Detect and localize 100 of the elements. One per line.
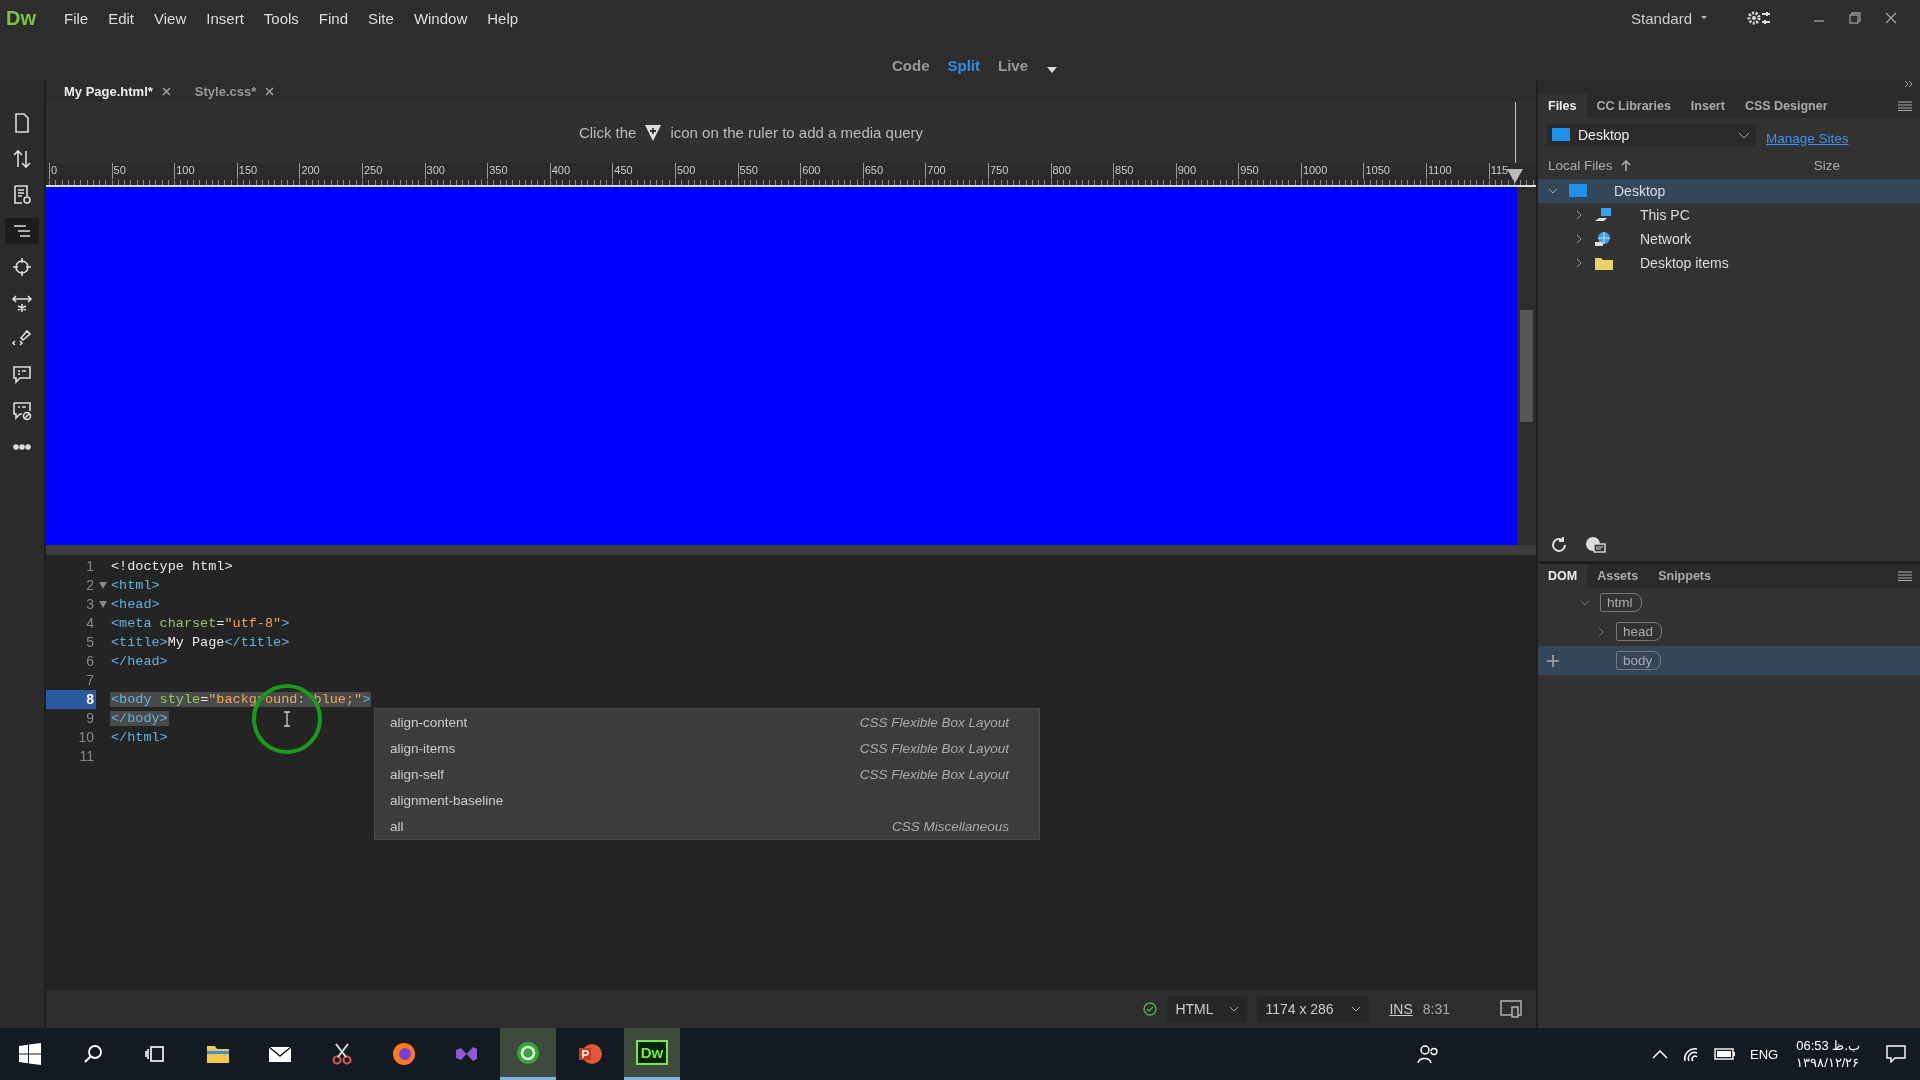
line-number: 2 [85, 576, 95, 595]
add-icon[interactable] [1546, 653, 1560, 668]
input-language[interactable]: ENG [1750, 1046, 1779, 1062]
panel-tab[interactable]: Assets [1587, 564, 1649, 588]
panel-tab[interactable]: CSS Designer [1734, 94, 1838, 118]
ruler-label: 950 [1238, 163, 1301, 179]
column-header[interactable]: Size [1813, 158, 1840, 173]
ruler-label: 500 [674, 163, 738, 179]
panel-tab[interactable]: Files [1538, 94, 1587, 118]
file-tree-row[interactable]: This PC [1538, 203, 1920, 227]
chevron-down-icon[interactable] [1548, 186, 1558, 196]
collapse-icon[interactable] [1904, 80, 1914, 88]
people-icon[interactable] [1416, 1043, 1439, 1065]
dom-node[interactable]: html [1600, 593, 1642, 612]
outline-icon[interactable] [5, 218, 39, 244]
menu-item[interactable]: File [54, 5, 99, 31]
dom-tree-row[interactable]: body [1538, 646, 1920, 675]
file-tree-row[interactable]: Desktop items [1538, 251, 1920, 275]
ruler-label: 150 [236, 163, 300, 179]
refresh-icon[interactable] [1550, 536, 1568, 554]
ruler-label: 0 [49, 163, 112, 179]
file-name: This PC [1640, 207, 1690, 223]
globe-chat-icon[interactable] [1584, 535, 1606, 555]
dreamweaver-icon[interactable]: Dw [624, 1028, 680, 1080]
manage-sites-link[interactable]: Manage Sites [1766, 130, 1849, 146]
view-tab[interactable]: Split [947, 57, 980, 74]
document-tab[interactable]: My Page.html* [54, 80, 181, 102]
restore-icon[interactable] [1848, 11, 1862, 25]
scrollbar[interactable] [1517, 187, 1536, 545]
site-dropdown[interactable]: Desktop [1546, 124, 1756, 146]
media-query-marker[interactable] [1506, 168, 1524, 184]
code-hint-item[interactable]: align-content CSS Flexible Box Layout [375, 709, 1039, 735]
ruler-label: 900 [1175, 163, 1239, 179]
clock-date[interactable]: ۱۳۹۸/۱۲/۲۶ [1796, 1055, 1860, 1070]
dom-node[interactable]: head [1616, 622, 1663, 641]
fold-icon[interactable] [99, 582, 107, 589]
chevron-up-icon[interactable] [1652, 1049, 1669, 1059]
hint-label: all [390, 818, 404, 834]
chevron-right-icon[interactable] [1574, 234, 1584, 244]
menu-item[interactable]: View [144, 5, 197, 31]
preview-icon[interactable] [1500, 1000, 1522, 1018]
ring-app-icon[interactable] [500, 1028, 556, 1080]
menu-item[interactable]: Insert [196, 5, 254, 31]
code-line: <!doctype html> [110, 559, 234, 574]
code-line: <head> [110, 597, 161, 612]
size-dropdown[interactable]: 1174 x 286 [1257, 996, 1370, 1022]
hint-label: alignment-baseline [390, 792, 504, 808]
close-icon[interactable] [265, 86, 275, 96]
menu-item[interactable]: Site [358, 5, 404, 31]
chevron-right-icon[interactable] [1596, 626, 1606, 637]
view-tab[interactable]: Live [998, 57, 1028, 74]
panel-tab[interactable]: Insert [1680, 94, 1735, 118]
caret-icon[interactable] [1046, 66, 1058, 74]
menu-item[interactable]: Help [477, 5, 529, 31]
menu-icon[interactable] [1898, 101, 1912, 111]
menu-item[interactable]: Find [308, 5, 358, 31]
document-tab[interactable]: Style.css* [184, 80, 285, 102]
insert-mode[interactable]: INS [1389, 1001, 1413, 1017]
dom-node[interactable]: body [1616, 651, 1662, 670]
chevron-right-icon[interactable] [1574, 258, 1584, 268]
menu-icon[interactable] [1898, 571, 1912, 581]
upload-icon[interactable] [1620, 159, 1631, 172]
code-hint-item[interactable]: align-self CSS Flexible Box Layout [375, 761, 1039, 787]
menu-item[interactable]: Edit [98, 5, 145, 31]
language-dropdown[interactable]: HTML [1167, 996, 1248, 1022]
hint-category: CSS Flexible Box Layout [859, 714, 1009, 730]
hint-category: CSS Flexible Box Layout [859, 766, 1009, 782]
dom-tree-row[interactable]: head [1538, 617, 1920, 646]
check-icon [1143, 1002, 1158, 1016]
close-icon[interactable] [1884, 11, 1898, 25]
folder-icon [1594, 255, 1614, 271]
panel-tab[interactable]: Snippets [1648, 564, 1721, 588]
close-icon[interactable] [161, 86, 171, 96]
code-line: </html> [110, 730, 169, 745]
view-tab[interactable]: Code [892, 57, 930, 74]
windows-start-icon[interactable] [18, 1042, 42, 1066]
menu-item[interactable]: Tools [253, 5, 309, 31]
ruler-label: 650 [862, 163, 926, 179]
workspace-dropdown[interactable]: Standard [1631, 9, 1708, 27]
panel-tab[interactable]: CC Libraries [1586, 94, 1681, 118]
line-number: 4 [85, 614, 95, 633]
battery-icon[interactable] [1714, 1048, 1737, 1060]
menu-item[interactable]: Window [403, 5, 478, 31]
ruler-label: 550 [737, 163, 801, 179]
ruler[interactable]: 0 50 100 150 200 250 300 350 400 450 500 550 600 650 700 750 800 850 900 950 1000 1050 1100 115 [46, 163, 1536, 187]
file-tree-row[interactable]: Desktop [1538, 179, 1920, 203]
notification-icon[interactable] [1886, 1045, 1906, 1063]
ruler-label: 1000 [1300, 163, 1364, 179]
code-hint-item[interactable]: all CSS Miscellaneous [375, 813, 1039, 839]
text-cursor-icon [283, 711, 291, 727]
code-hint-item[interactable]: align-items CSS Flexible Box Layout [375, 735, 1039, 761]
fold-icon[interactable] [99, 601, 107, 608]
file-tree-row[interactable]: Network [1538, 227, 1920, 251]
chevron-right-icon[interactable] [1574, 210, 1584, 220]
panel-tab[interactable]: DOM [1538, 564, 1588, 588]
line-number: 5 [85, 633, 95, 652]
code-hint-item[interactable]: alignment-baseline [375, 787, 1039, 813]
clock-time[interactable]: 06:53 ب.ظ [1796, 1038, 1860, 1053]
dom-tree-row[interactable]: html [1538, 588, 1920, 617]
code-line: <meta charset="utf-8"> [110, 616, 291, 631]
